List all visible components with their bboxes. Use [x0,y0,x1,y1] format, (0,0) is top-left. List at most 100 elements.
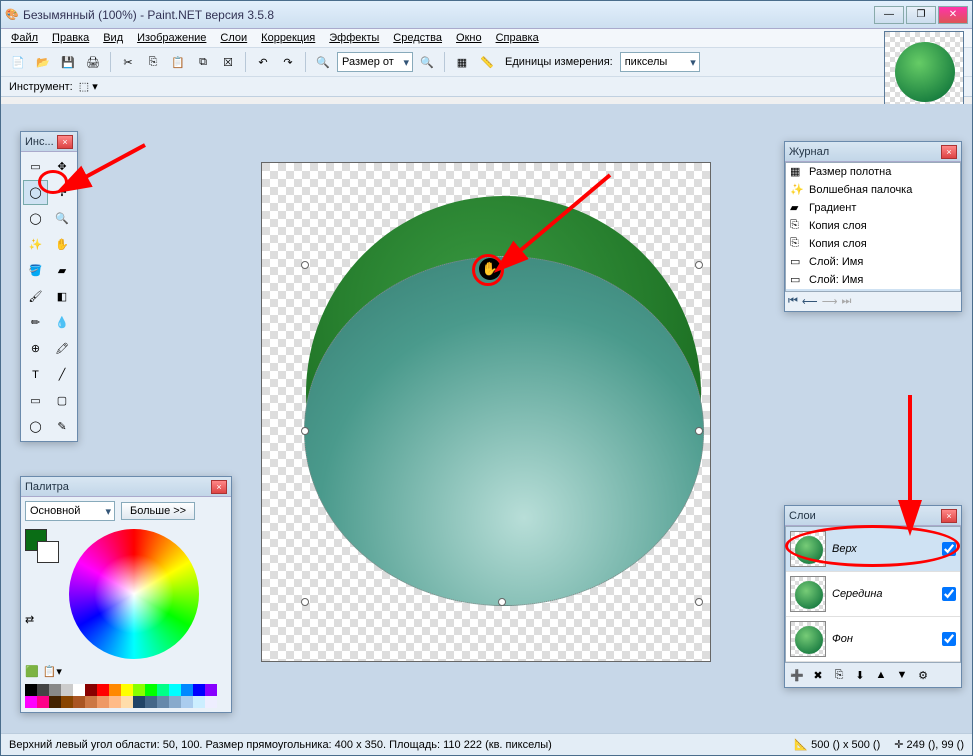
tool-pencil[interactable]: ✏ [23,310,48,335]
color-mode-combo[interactable]: Основной [25,501,115,521]
history-first-button[interactable]: ⏮ [788,295,798,308]
palette-menu-icon[interactable]: 📋▾ [43,665,62,678]
layer-item[interactable]: Верх [786,527,960,572]
tool-ellipse[interactable]: ◯ [23,414,48,439]
history-item[interactable]: ▭Слой: Имя [786,271,960,289]
close-button[interactable]: ✕ [938,6,968,24]
copy-button[interactable]: ⎘ [142,51,164,73]
crop-button[interactable]: ⧉ [192,51,214,73]
deselect-button[interactable]: ☒ [217,51,239,73]
layer-item[interactable]: Фон [786,617,960,662]
layer-up-button[interactable]: ▲ [872,666,890,684]
tool-move-select[interactable]: ✥ [50,154,75,179]
grid-button[interactable]: ▦ [451,51,473,73]
layer-item[interactable]: Середина [786,572,960,617]
open-button[interactable]: 📂 [32,51,54,73]
tool-line[interactable]: ╱ [50,362,75,387]
selection-handle[interactable] [695,261,703,269]
history-last-button[interactable]: ⏭ [841,295,851,308]
ruler-button[interactable]: 📏 [476,51,498,73]
history-close-button[interactable]: × [941,145,957,159]
units-combo[interactable]: пикселы [620,52,700,72]
tool-recolor[interactable]: 🖍 [50,336,75,361]
layer-visible-checkbox[interactable] [942,542,956,556]
layer-add-button[interactable]: ➕ [788,666,806,684]
background-color[interactable] [37,541,59,563]
menu-edit[interactable]: Правка [52,32,89,44]
save-button[interactable]: 💾 [57,51,79,73]
history-panel[interactable]: Журнал × ▦Размер полотна ✨Волшебная пало… [784,141,962,312]
layer-props-button[interactable]: ⚙ [914,666,932,684]
palette-close-button[interactable]: × [211,480,227,494]
layer-visible-checkbox[interactable] [942,587,956,601]
menu-file[interactable]: Файл [11,32,38,44]
tool-text[interactable]: T [23,362,48,387]
menu-adjust[interactable]: Коррекция [261,32,315,44]
color-swatches[interactable] [25,529,59,563]
selection-handle[interactable] [301,261,309,269]
color-strip[interactable] [25,684,225,708]
tool-lasso[interactable]: ◯ [23,180,48,205]
layer-visible-checkbox[interactable] [942,632,956,646]
undo-button[interactable]: ↶ [252,51,274,73]
document-thumbnail[interactable] [884,31,964,111]
layer-delete-button[interactable]: ✖ [809,666,827,684]
tools-panel[interactable]: Инс... × ▭ ✥ ◯ ✢ ◯ 🔍 ✨ ✋ 🪣 ▰ 🖌 ◧ ✏ 💧 ⊕ 🖍… [20,131,78,442]
maximize-button[interactable]: ❐ [906,6,936,24]
current-tool-icon[interactable]: ⬚ ▾ [79,80,98,93]
menu-help[interactable]: Справка [496,32,539,44]
tool-pan[interactable]: ✋ [50,232,75,257]
history-item[interactable]: ▰Градиент [786,199,960,217]
layer-duplicate-button[interactable]: ⎘ [830,666,848,684]
app-titlebar[interactable]: 🎨 Безымянный (100%) - Paint.NET версия 3… [1,1,972,29]
selection-handle[interactable] [301,598,309,606]
menu-window[interactable]: Окно [456,32,482,44]
history-item[interactable]: ✨Волшебная палочка [786,181,960,199]
tool-gradient[interactable]: ▰ [50,258,75,283]
menu-image[interactable]: Изображение [137,32,206,44]
cut-button[interactable]: ✂ [117,51,139,73]
menu-view[interactable]: Вид [103,32,123,44]
paste-button[interactable]: 📋 [167,51,189,73]
tool-clone[interactable]: ⊕ [23,336,48,361]
tool-picker[interactable]: 💧 [50,310,75,335]
history-item[interactable]: ▦Размер полотна [786,163,960,181]
tool-fill[interactable]: 🪣 [23,258,48,283]
tool-rect[interactable]: ▭ [23,388,48,413]
shape-front-ellipse[interactable] [304,256,704,606]
minimize-button[interactable]: — [874,6,904,24]
history-item[interactable]: ⎘Копия слоя [786,235,960,253]
selection-handle[interactable] [301,427,309,435]
selection-handle[interactable] [695,598,703,606]
history-item[interactable]: ⎘Копия слоя [786,217,960,235]
history-item[interactable]: ▭Слой: Имя [786,253,960,271]
layer-down-button[interactable]: ▼ [893,666,911,684]
selection-handle[interactable] [498,598,506,606]
zoom-out-button[interactable]: 🔍 [312,51,334,73]
tool-ellipse-select[interactable]: ◯ [23,206,48,231]
palette-panel[interactable]: Палитра × Основной Больше >> ⇄ 🟩 📋▾ [20,476,232,713]
tool-rect-select[interactable]: ▭ [23,154,48,179]
swap-colors-icon[interactable]: ⇄ [25,613,59,626]
history-redo-button[interactable]: ⟶ [822,295,838,308]
redo-button[interactable]: ↷ [277,51,299,73]
tools-close-button[interactable]: × [57,135,73,149]
selection-handle[interactable] [695,427,703,435]
tool-eraser[interactable]: ◧ [50,284,75,309]
color-wheel[interactable] [69,529,199,659]
tool-move[interactable]: ✢ [50,180,75,205]
layer-merge-button[interactable]: ⬇ [851,666,869,684]
tool-zoom[interactable]: 🔍 [50,206,75,231]
new-button[interactable]: 📄 [7,51,29,73]
print-button[interactable]: 🖨 [82,51,104,73]
zoom-in-button[interactable]: 🔍 [416,51,438,73]
menu-tools[interactable]: Средства [393,32,442,44]
history-undo-button[interactable]: ⟵ [802,295,818,308]
palette-add-icon[interactable]: 🟩 [25,665,39,678]
tool-freeform[interactable]: ✎ [50,414,75,439]
history-list[interactable]: ▦Размер полотна ✨Волшебная палочка ▰Град… [785,162,961,292]
tool-roundrect[interactable]: ▢ [50,388,75,413]
more-colors-button[interactable]: Больше >> [121,502,195,520]
menu-effects[interactable]: Эффекты [329,32,379,44]
layers-close-button[interactable]: × [941,509,957,523]
